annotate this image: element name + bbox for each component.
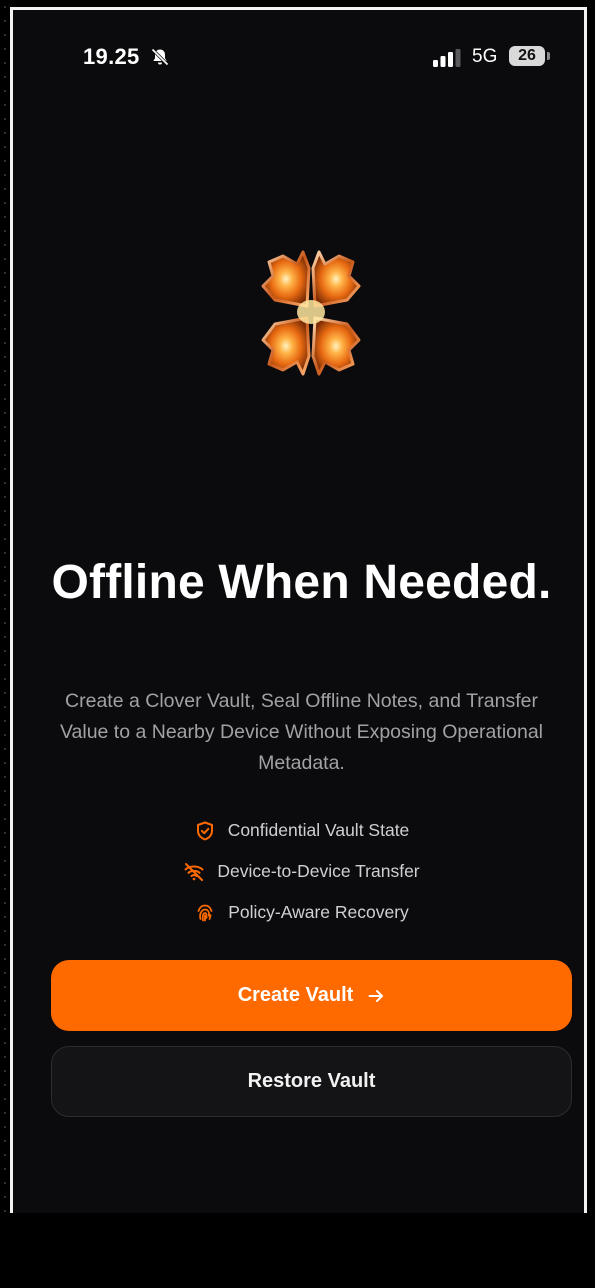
clover-logo-icon	[261, 250, 361, 376]
background-dots	[2, 0, 8, 1288]
feature-item: Policy-Aware Recovery	[13, 892, 590, 933]
shield-check-icon	[196, 821, 213, 840]
arrow-right-icon	[368, 989, 384, 1002]
battery-cap	[547, 52, 550, 60]
wifi-off-icon	[184, 862, 204, 881]
battery-indicator: 26	[509, 46, 545, 66]
bell-slash-icon	[151, 48, 169, 66]
screen: 19.25 5G 26 Offline When Needed. Create …	[0, 0, 595, 1288]
create-vault-label: Create Vault	[237, 984, 354, 1006]
network-type: 5G	[472, 46, 498, 67]
bottom-area	[0, 1213, 595, 1288]
page-subtitle: Create a Clover Vault, Seal Offline Note…	[59, 690, 544, 774]
page-title: Offline When Needed.	[51, 556, 552, 609]
feature-list: Confidential Vault State Device-to-Devic…	[13, 810, 590, 933]
feature-label: Device-to-Device Transfer	[217, 861, 420, 881]
feature-label: Confidential Vault State	[227, 820, 410, 840]
phone-screen: 19.25 5G 26 Offline When Needed. Create …	[10, 7, 587, 1213]
cellular-signal-icon	[433, 49, 461, 67]
feature-item: Confidential Vault State	[13, 810, 590, 851]
restore-vault-label: Restore Vault	[247, 1070, 376, 1092]
status-bar: 19.25 5G 26	[13, 10, 584, 100]
feature-item: Device-to-Device Transfer	[13, 851, 590, 892]
feature-label: Policy-Aware Recovery	[228, 902, 409, 922]
fingerprint-icon	[197, 904, 213, 921]
restore-vault-button[interactable]: Restore Vault	[51, 1046, 572, 1117]
create-vault-button[interactable]: Create Vault	[51, 960, 572, 1031]
status-time: 19.25	[83, 44, 140, 69]
